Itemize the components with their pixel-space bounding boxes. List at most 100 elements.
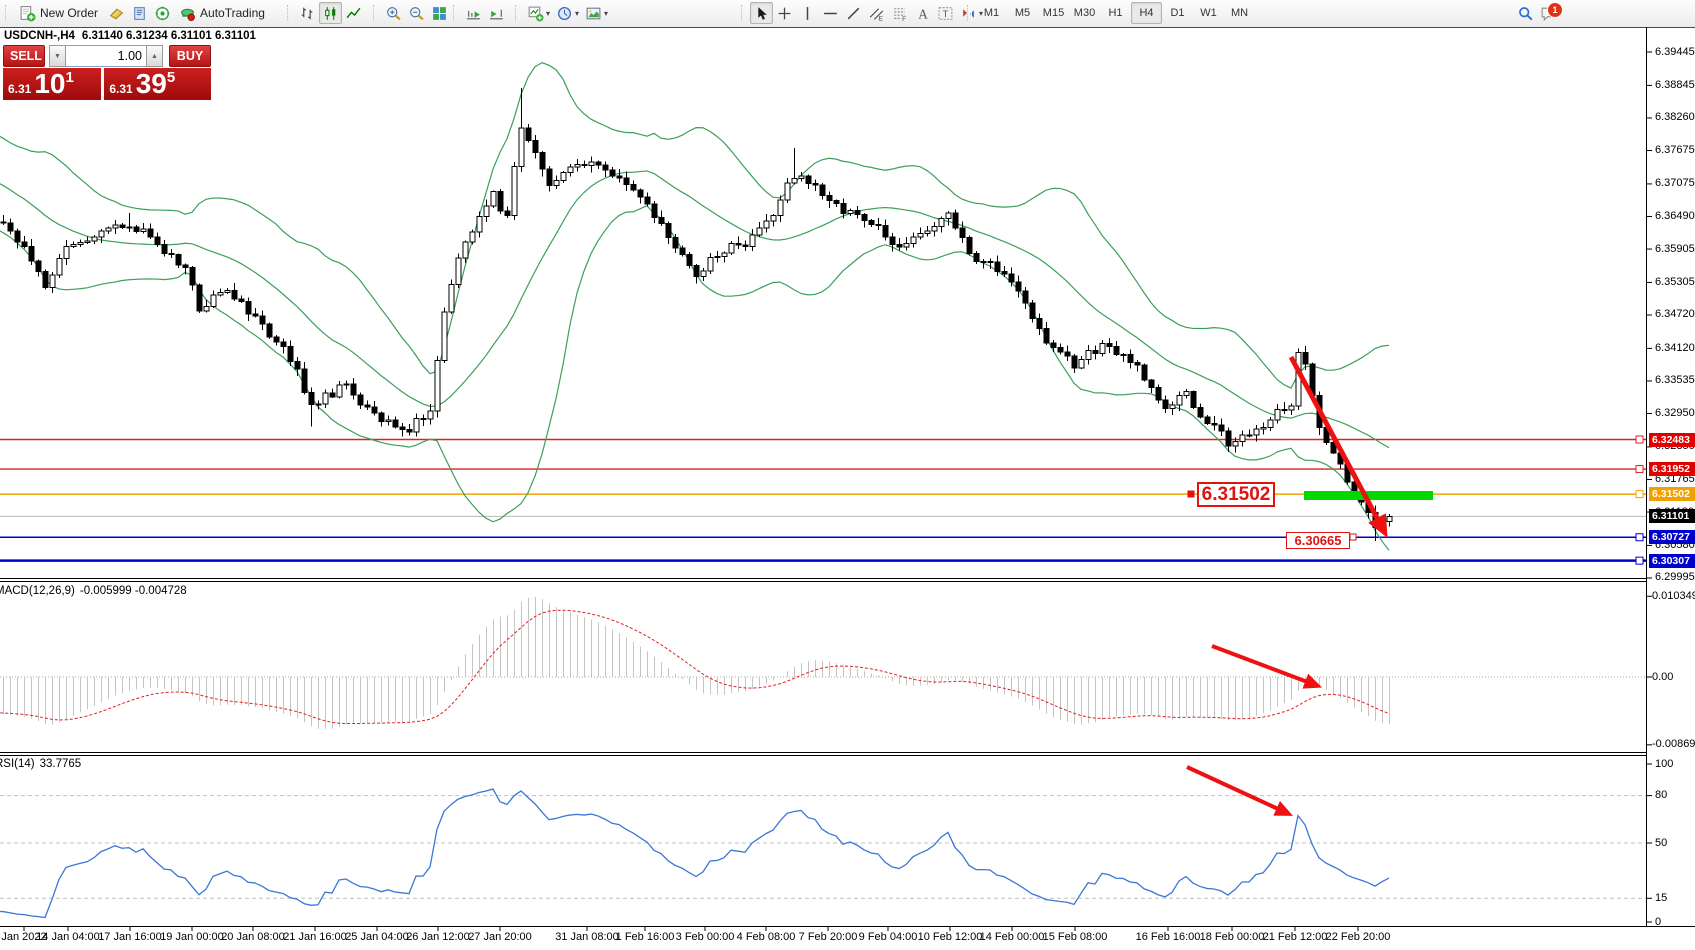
autotrading-icon (179, 5, 196, 22)
toolbar-group: EFAT▾ (740, 1, 986, 25)
channel-button[interactable]: E (865, 2, 888, 24)
symbol-info-bar: USDCNH-,H4 6.31140 6.31234 6.31101 6.3110… (4, 30, 263, 42)
eraser-button[interactable] (105, 2, 128, 24)
toolbar-group: ▾▾▾ (514, 1, 611, 25)
notification-badge: 1 (1547, 2, 1563, 18)
search-icon (1517, 5, 1534, 22)
horizontal-line-button[interactable] (819, 2, 842, 24)
rsi-indicator-label: RSI(14)33.7765 (0, 758, 86, 770)
new-order-icon (19, 5, 36, 22)
signals-icon (154, 5, 171, 22)
toolbar-grip (967, 5, 972, 21)
scripts-button[interactable] (128, 2, 151, 24)
profiles-button[interactable]: ▾ (553, 2, 582, 24)
zoom-in-button[interactable] (382, 2, 405, 24)
timeframe-mn-button[interactable]: MN (1224, 2, 1255, 24)
one-click-order-row: SELL ▼ ▲ BUY (3, 45, 211, 67)
search-button[interactable] (1514, 2, 1537, 24)
sell-price-display[interactable]: 6.31 10 1 (3, 68, 101, 100)
buy-price-display[interactable]: 6.31 39 5 (104, 68, 211, 100)
svg-text:F: F (902, 15, 906, 21)
vertical-line-button[interactable] (796, 2, 819, 24)
toolbar-grip (373, 5, 378, 21)
horizontal-line-icon (822, 5, 839, 22)
chart-shift-icon (488, 5, 505, 22)
timeframe-h1-button[interactable]: H1 (1100, 2, 1131, 24)
auto-scroll-button[interactable] (462, 2, 485, 24)
channel-icon: E (868, 5, 885, 22)
buy-price-small: 6.31 (109, 82, 132, 96)
macd-values: -0.005999 -0.004728 (80, 585, 187, 597)
sell-price-sup: 1 (66, 69, 74, 86)
timeframe-d1-button[interactable]: D1 (1162, 2, 1193, 24)
templates-icon (585, 5, 602, 22)
signals-button[interactable] (151, 2, 174, 24)
chart-canvas[interactable] (0, 0, 1695, 945)
volume-stepper: ▼ ▲ (49, 45, 163, 67)
new-chart-button[interactable]: ▾ (524, 2, 553, 24)
line-chart-icon (345, 5, 362, 22)
chat-button[interactable]: 1 (1537, 2, 1560, 24)
cursor-button[interactable] (750, 2, 773, 24)
trendline-button[interactable] (842, 2, 865, 24)
timeframe-m5-button[interactable]: M5 (1007, 2, 1038, 24)
volume-increase-button[interactable]: ▲ (146, 45, 163, 67)
label-button[interactable]: T (934, 2, 957, 24)
toolbar-group: M1M5M15M30H1H4D1W1MN (966, 1, 1255, 25)
one-click-price-row: 6.31 10 1 6.31 39 5 (3, 68, 211, 100)
text-icon: A (914, 5, 931, 22)
tile-windows-icon (431, 5, 448, 22)
timeframe-m30-button[interactable]: M30 (1069, 2, 1100, 24)
timeframe-h4-button[interactable]: H4 (1131, 2, 1162, 24)
one-click-trading-panel: SELL ▼ ▲ BUY 6.31 10 1 6.31 39 5 (3, 45, 211, 100)
zoom-out-button[interactable] (405, 2, 428, 24)
new-chart-icon (527, 5, 544, 22)
sell-price-small: 6.31 (8, 82, 31, 96)
timeframe-m15-button[interactable]: M15 (1038, 2, 1069, 24)
volume-input[interactable] (66, 45, 146, 67)
symbol-ohlc: 6.31140 6.31234 6.31101 6.31101 (82, 30, 256, 42)
toolbar-button-label: AutoTrading (200, 6, 265, 20)
buy-price-big: 39 (136, 71, 167, 98)
crosshair-button[interactable] (773, 2, 796, 24)
timeframe-w1-button[interactable]: W1 (1193, 2, 1224, 24)
toolbar-group (452, 1, 508, 25)
eraser-icon (108, 5, 125, 22)
svg-text:T: T (943, 9, 949, 20)
new-order-button[interactable]: New Order (14, 2, 105, 24)
toolbar: New Order AutoTrading ▾▾▾ E F A T ▾ M1M5M15M30H1… (0, 0, 1695, 27)
toolbar-group: New Order AutoTrading (4, 1, 272, 25)
timeframe-m1-button[interactable]: M1 (976, 2, 1007, 24)
macd-name: MACD(12,26,9) (0, 585, 75, 597)
toolbar-group (286, 1, 365, 25)
candlestick-icon (322, 5, 339, 22)
chart-svg (0, 0, 1695, 945)
svg-text:E: E (879, 15, 883, 22)
volume-decrease-button[interactable]: ▼ (49, 45, 66, 67)
sell-button[interactable]: SELL (3, 45, 45, 67)
buy-button[interactable]: BUY (169, 45, 211, 67)
toolbar-group (372, 1, 451, 25)
chevron-down-icon: ▼ (54, 53, 61, 60)
tile-windows-button[interactable] (428, 2, 451, 24)
bar-chart-button[interactable] (296, 2, 319, 24)
auto-scroll-icon (465, 5, 482, 22)
vertical-line-icon (799, 5, 816, 22)
text-button[interactable]: A (911, 2, 934, 24)
toolbar-grip (5, 5, 10, 21)
price-annotation-support[interactable]: 6.31502 (1197, 482, 1275, 507)
symbol-name: USDCNH-,H4 (4, 30, 75, 42)
chart-shift-button[interactable] (485, 2, 508, 24)
line-chart-button[interactable] (342, 2, 365, 24)
price-annotation-low[interactable]: 6.30665 (1286, 532, 1350, 549)
candlestick-button[interactable] (319, 2, 342, 24)
fibonacci-icon: F (891, 5, 908, 22)
autotrading-button[interactable]: AutoTrading (174, 2, 272, 24)
chevron-down-icon: ▾ (604, 9, 608, 18)
rsi-name: RSI(14) (0, 758, 35, 770)
fibonacci-button[interactable]: F (888, 2, 911, 24)
cursor-icon (753, 5, 770, 22)
bar-chart-icon (299, 5, 316, 22)
templates-button[interactable]: ▾ (582, 2, 611, 24)
zoom-out-icon (408, 5, 425, 22)
